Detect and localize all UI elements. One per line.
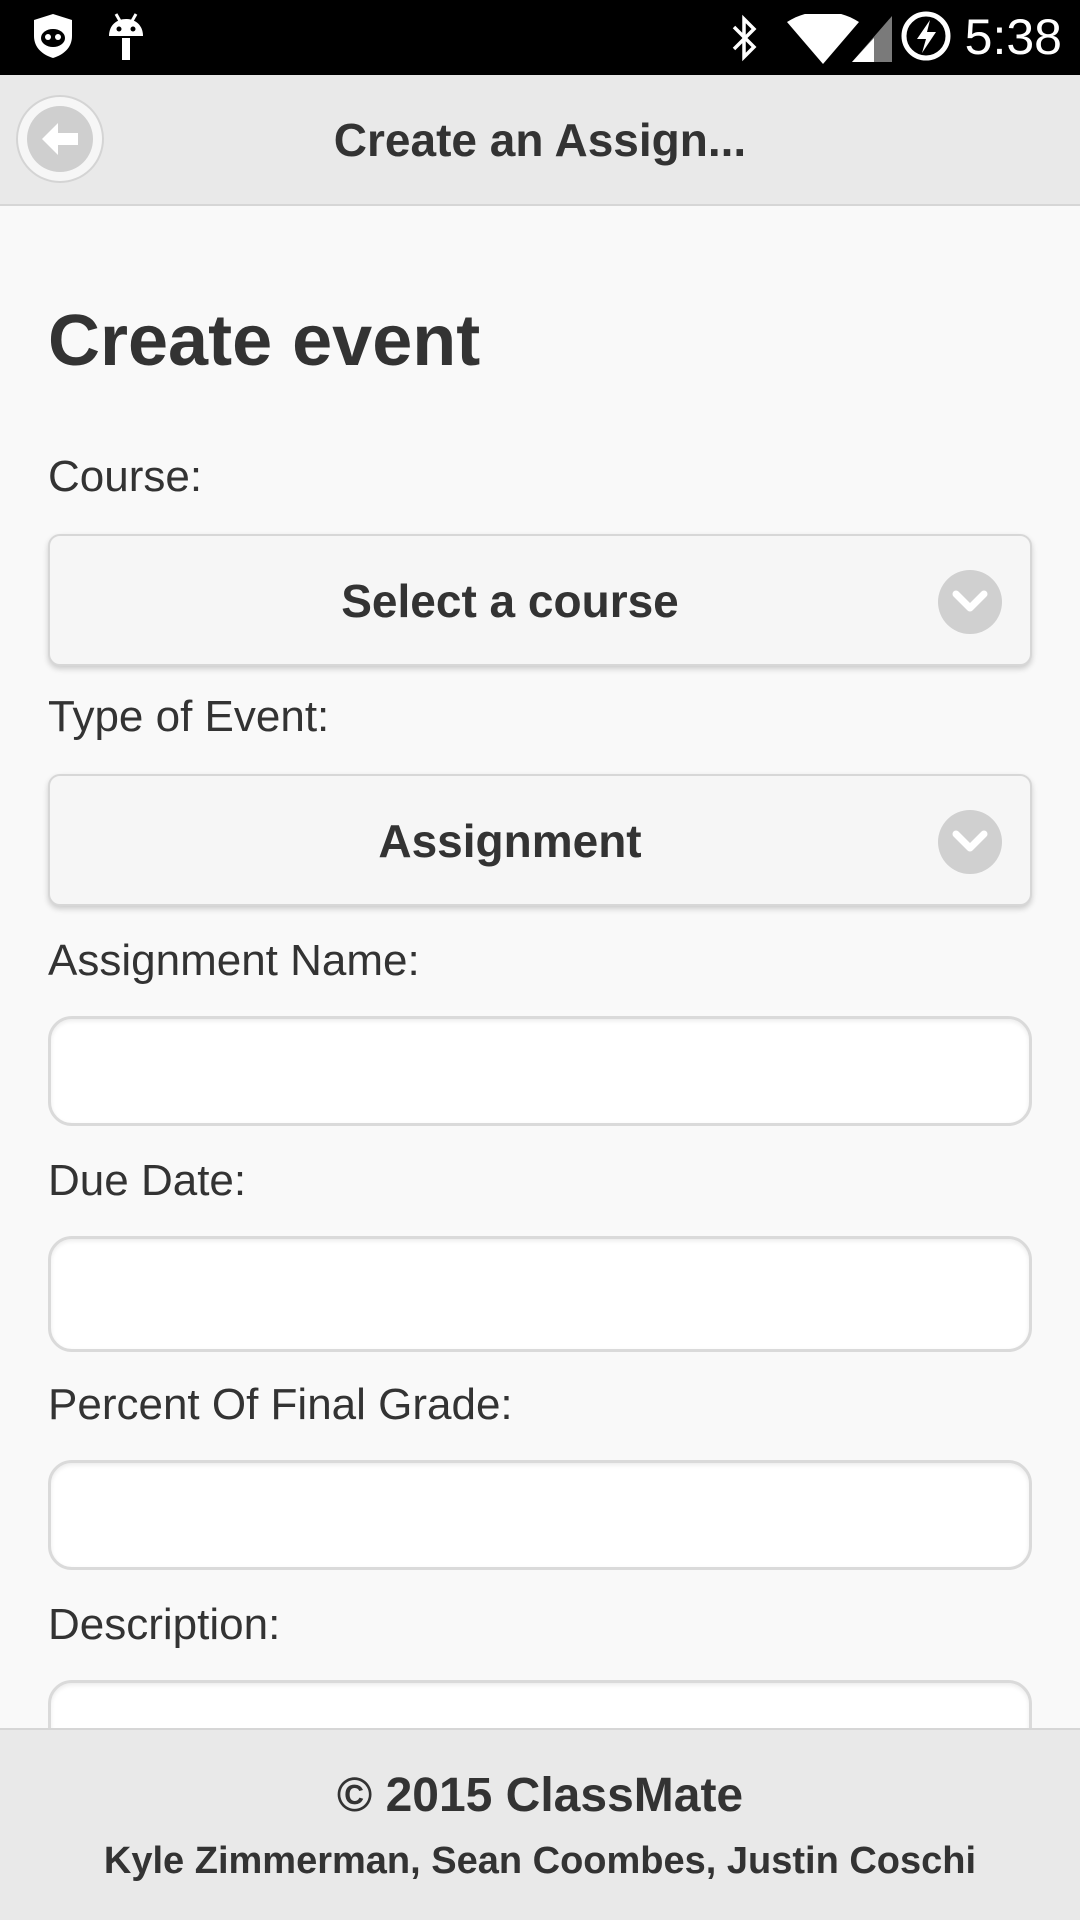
due-date-label: Due Date: — [48, 1156, 247, 1205]
footer-copyright: © 2015 ClassMate — [336, 1769, 744, 1822]
chevron-down-icon — [938, 810, 1002, 874]
event-type-label: Type of Event: — [48, 692, 330, 741]
description-input[interactable] — [48, 1680, 1032, 1728]
description-clip — [0, 1680, 1080, 1728]
footer-authors: Kyle Zimmerman, Sean Coombes, Justin Cos… — [103, 1840, 977, 1882]
description-label: Description: — [48, 1600, 281, 1649]
cell-signal-icon — [852, 16, 892, 67]
assignment-name-input[interactable] — [48, 1016, 1032, 1126]
shield-cat-icon — [30, 12, 76, 65]
status-time: 5:38 — [964, 9, 1062, 65]
battery-charging-icon — [900, 10, 952, 67]
status-bar: 5:38 — [0, 0, 1080, 75]
page-title: Create event — [48, 301, 481, 381]
course-select[interactable]: Select a course — [48, 534, 1032, 666]
percent-final-grade-input[interactable] — [48, 1460, 1032, 1570]
bluetooth-icon — [728, 14, 762, 67]
chevron-down-icon — [938, 570, 1002, 634]
course-label: Course: — [48, 452, 203, 501]
course-select-value: Select a course — [341, 575, 679, 627]
footer: © 2015 ClassMate Kyle Zimmerman, Sean Co… — [0, 1728, 1080, 1920]
percent-final-grade-label: Percent Of Final Grade: — [48, 1380, 513, 1429]
wifi-icon — [785, 11, 861, 69]
due-date-input[interactable] — [48, 1236, 1032, 1352]
event-type-select-value: Assignment — [378, 815, 642, 867]
assignment-name-label: Assignment Name: — [48, 936, 420, 985]
header-title: Create an Assign... — [333, 114, 747, 166]
event-type-select[interactable]: Assignment — [48, 774, 1032, 906]
app-header: Create an Assign... — [0, 75, 1080, 206]
android-debug-icon — [106, 12, 146, 67]
